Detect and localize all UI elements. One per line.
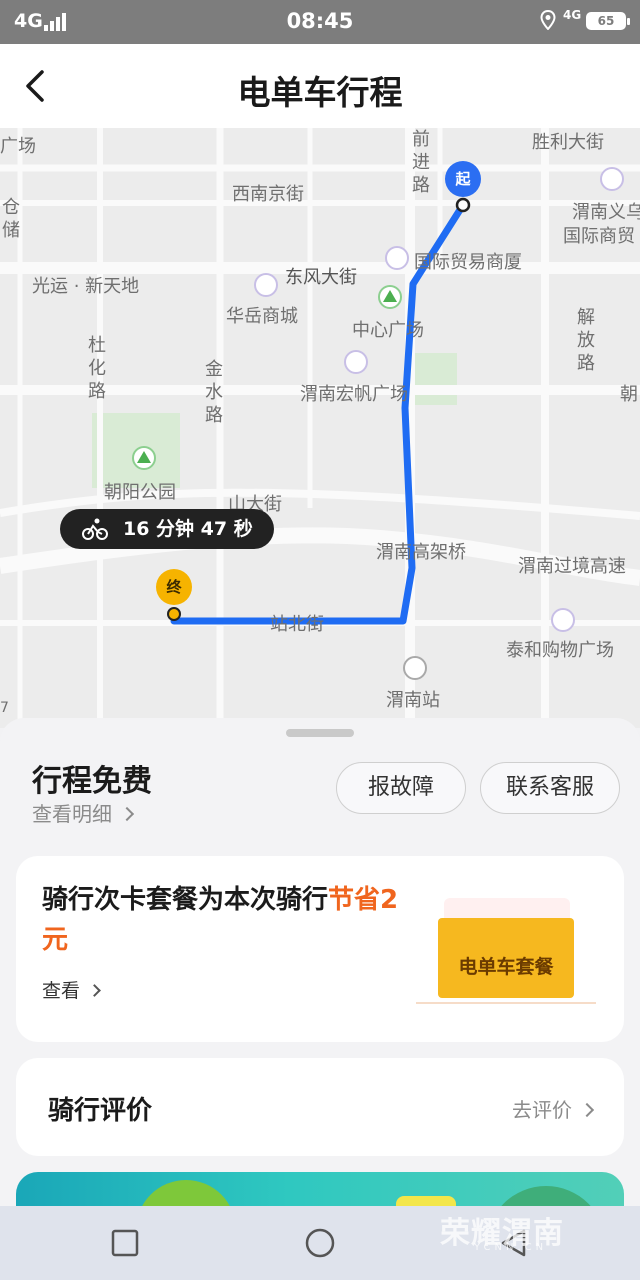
go-rate-link[interactable]: 去评价	[512, 1094, 595, 1123]
map-label: 前进路	[412, 129, 430, 196]
route-map[interactable]: 广场 前进路 胜利大街 西南京街 仓储 渭南义乌 国际商贸 国际贸易商厦 东风大…	[0, 128, 640, 728]
promo-view-link[interactable]: 查看	[42, 976, 101, 1003]
report-fault-button[interactable]: 报故障	[336, 762, 466, 814]
promo-view-label: 查看	[42, 980, 81, 1002]
map-label: 朝阳公园	[104, 482, 176, 503]
recent-apps-icon[interactable]	[108, 1226, 142, 1260]
map-label: 东风大街	[285, 267, 357, 288]
map-label: 国际商贸	[563, 226, 635, 247]
start-pin: 起	[445, 161, 481, 197]
drag-handle[interactable]	[286, 729, 354, 737]
map-label: 站北街	[270, 614, 324, 635]
system-navigation-bar: 荣耀渭南 YCNN.CN	[0, 1206, 640, 1280]
map-label: 光运 · 新天地	[32, 276, 140, 297]
contact-service-button[interactable]: 联系客服	[480, 762, 620, 814]
end-pin: 终	[156, 569, 192, 605]
network-type-secondary: 4G	[563, 8, 582, 22]
battery-icon: 65	[586, 12, 630, 30]
map-label: 仓储	[2, 197, 20, 241]
battery-level: 65	[597, 14, 615, 28]
trip-fee-title: 行程免费	[32, 764, 152, 799]
header: 电单车行程	[0, 44, 640, 128]
map-label: 西南京街	[232, 184, 304, 205]
trip-detail-sheet: 行程免费 查看明细 报故障 联系客服 骑行次卡套餐为本次骑行节省2元 查看 电单…	[0, 718, 640, 1280]
ride-duration: 16 分钟 47 秒	[123, 518, 253, 540]
map-label: 朝	[620, 384, 638, 405]
map-label: 渭南过境高速	[518, 556, 626, 577]
map-label: 渭南宏帆广场	[300, 384, 408, 405]
bicycle-icon	[82, 518, 108, 540]
map-label: 胜利大街	[532, 132, 604, 153]
page-title: 电单车行程	[237, 73, 403, 112]
map-label: 广场	[0, 136, 36, 157]
watermark-subtext: YCNN.CN	[474, 1242, 548, 1253]
map-label: 渭南高架桥	[376, 542, 466, 563]
rating-title: 骑行评价	[48, 1096, 153, 1126]
map-label: 解放路	[577, 307, 595, 374]
promo-text-main: 骑行次卡套餐为本次骑行	[42, 885, 329, 915]
map-label: 国际贸易商厦	[414, 252, 522, 273]
map-label: 泰和购物广场	[506, 640, 614, 661]
chevron-right-icon	[88, 983, 101, 997]
park-area	[415, 353, 457, 405]
map-label: 金水路	[205, 359, 223, 426]
status-bar: 4G 08:45 4G 65	[0, 0, 640, 44]
promo-text: 骑行次卡套餐为本次骑行节省2元	[42, 880, 402, 960]
chevron-right-icon	[119, 806, 135, 822]
promo-card[interactable]: 骑行次卡套餐为本次骑行节省2元 查看 电单车套餐	[16, 856, 624, 1042]
package-label: 电单车套餐	[458, 956, 554, 978]
map-label: 杜化路	[88, 335, 106, 402]
location-icon	[540, 10, 556, 30]
route-end-dot	[167, 607, 181, 621]
route-start-dot	[455, 197, 471, 213]
go-rate-label: 去评价	[512, 1098, 572, 1122]
map-label: 7	[0, 700, 9, 716]
map-label: 中心广场	[352, 320, 424, 341]
back-arrow-icon[interactable]	[18, 66, 52, 106]
package-envelope-image: 电单车套餐	[416, 890, 596, 1010]
map-label: 渭南站	[386, 690, 440, 711]
view-details-label: 查看明细	[32, 802, 112, 826]
map-label: 华岳商城	[226, 306, 298, 327]
home-icon[interactable]	[303, 1226, 337, 1260]
ride-duration-badge: 16 分钟 47 秒	[60, 509, 274, 549]
chevron-right-icon	[579, 1102, 595, 1118]
map-label: 渭南义乌	[572, 202, 640, 223]
view-details-link[interactable]: 查看明细	[32, 798, 135, 827]
rating-card[interactable]: 骑行评价 去评价	[16, 1058, 624, 1156]
